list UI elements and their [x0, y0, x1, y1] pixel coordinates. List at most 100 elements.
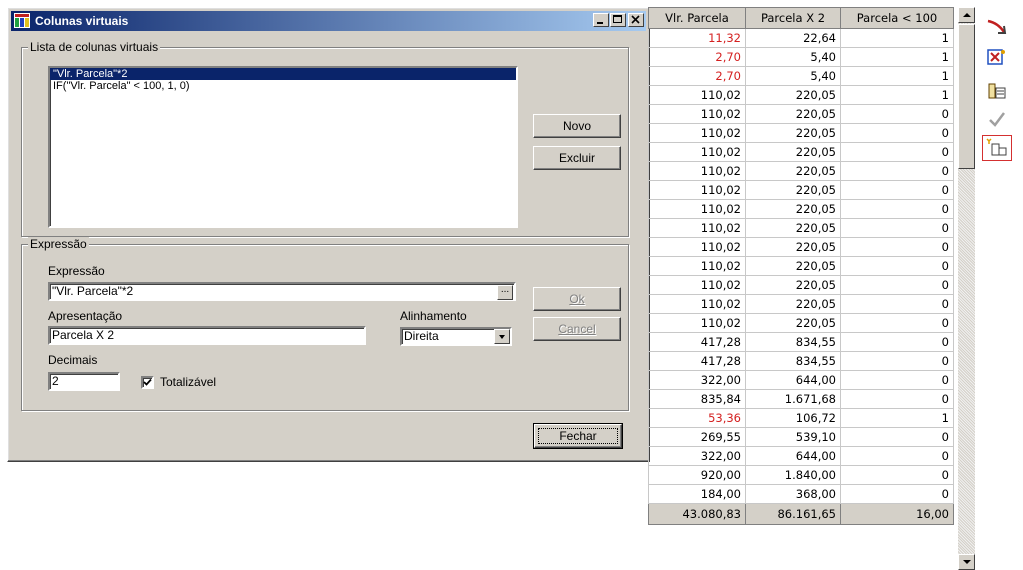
cell-parcela-x2[interactable]: 220,05	[745, 142, 841, 162]
cell-parcela-lt-100[interactable]: 0	[840, 484, 954, 504]
cancel-button[interactable]: Cancel	[533, 317, 621, 341]
cell-parcela-x2[interactable]: 220,05	[745, 85, 841, 105]
cell-vlr-parcela[interactable]: 184,00	[648, 484, 746, 504]
table-row[interactable]: 110,02 220,05 0	[648, 313, 954, 333]
table-row[interactable]: 110,02 220,05 0	[648, 218, 954, 238]
totalizable-checkbox[interactable]	[141, 376, 154, 389]
table-row[interactable]: 417,28 834,55 0	[648, 332, 954, 352]
cell-parcela-x2[interactable]: 220,05	[745, 104, 841, 124]
cell-parcela-lt-100[interactable]: 0	[840, 275, 954, 295]
table-row[interactable]: 110,02 220,05 0	[648, 294, 954, 314]
cell-vlr-parcela[interactable]: 110,02	[648, 256, 746, 276]
cell-parcela-x2[interactable]: 220,05	[745, 256, 841, 276]
list-item[interactable]: "Vlr. Parcela"*2	[50, 68, 516, 80]
cell-vlr-parcela[interactable]: 110,02	[648, 199, 746, 219]
cell-parcela-x2[interactable]: 539,10	[745, 427, 841, 447]
table-row[interactable]: 322,00 644,00 0	[648, 370, 954, 390]
decimals-field[interactable]: 2	[48, 372, 120, 391]
table-row[interactable]: 920,00 1.840,00 0	[648, 465, 954, 485]
cell-parcela-lt-100[interactable]: 0	[840, 180, 954, 200]
cell-parcela-x2[interactable]: 1.671,68	[745, 389, 841, 409]
cell-parcela-x2[interactable]: 1.840,00	[745, 465, 841, 485]
table-row[interactable]: 2,70 5,40 1	[648, 47, 954, 67]
table-row[interactable]: 269,55 539,10 0	[648, 427, 954, 447]
table-row[interactable]: 110,02 220,05 0	[648, 142, 954, 162]
cell-vlr-parcela[interactable]: 110,02	[648, 218, 746, 238]
cell-parcela-lt-100[interactable]: 0	[840, 332, 954, 352]
cell-parcela-lt-100[interactable]: 0	[840, 142, 954, 162]
data-grid[interactable]: Vlr. Parcela Parcela X 2 Parcela < 100 1…	[648, 7, 958, 569]
cell-vlr-parcela[interactable]: 417,28	[648, 332, 746, 352]
grid-vertical-scrollbar[interactable]	[958, 7, 975, 570]
table-row[interactable]: 110,02 220,05 0	[648, 180, 954, 200]
dialog-titlebar[interactable]: Colunas virtuais	[11, 11, 646, 31]
cell-parcela-x2[interactable]: 834,55	[745, 332, 841, 352]
cell-vlr-parcela[interactable]: 110,02	[648, 123, 746, 143]
cell-vlr-parcela[interactable]: 110,02	[648, 142, 746, 162]
cell-parcela-x2[interactable]: 220,05	[745, 180, 841, 200]
cell-vlr-parcela[interactable]: 269,55	[648, 427, 746, 447]
scroll-down-button[interactable]	[958, 554, 975, 570]
cell-parcela-x2[interactable]: 220,05	[745, 161, 841, 181]
exit-tool-button[interactable]	[982, 13, 1012, 39]
cell-parcela-lt-100[interactable]: 0	[840, 199, 954, 219]
close-dialog-button[interactable]: Fechar	[533, 423, 623, 449]
cell-vlr-parcela[interactable]: 110,02	[648, 85, 746, 105]
cell-parcela-x2[interactable]: 5,40	[745, 47, 841, 67]
table-row[interactable]: 11,32 22,64 1	[648, 28, 954, 48]
virtual-columns-tool-button[interactable]	[982, 45, 1012, 71]
confirm-tool-button[interactable]	[982, 106, 1012, 132]
cell-parcela-lt-100[interactable]: 1	[840, 408, 954, 428]
chevron-down-icon[interactable]	[494, 329, 510, 344]
cell-vlr-parcela[interactable]: 2,70	[648, 47, 746, 67]
cell-parcela-x2[interactable]: 220,05	[745, 237, 841, 257]
cell-parcela-lt-100[interactable]: 1	[840, 28, 954, 48]
minimize-button[interactable]	[593, 13, 609, 27]
add-column-tool-button[interactable]	[982, 135, 1012, 161]
scroll-thumb[interactable]	[958, 24, 975, 169]
cell-parcela-x2[interactable]: 220,05	[745, 313, 841, 333]
cell-vlr-parcela[interactable]: 417,28	[648, 351, 746, 371]
cell-vlr-parcela[interactable]: 53,36	[648, 408, 746, 428]
cell-vlr-parcela[interactable]: 110,02	[648, 104, 746, 124]
table-row[interactable]: 322,00 644,00 0	[648, 446, 954, 466]
expression-builder-button[interactable]: ...	[497, 285, 513, 300]
cell-parcela-lt-100[interactable]: 0	[840, 294, 954, 314]
virtual-columns-listbox[interactable]: "Vlr. Parcela"*2 IF("Vlr. Parcela" < 100…	[48, 66, 518, 228]
cell-parcela-x2[interactable]: 368,00	[745, 484, 841, 504]
cell-parcela-lt-100[interactable]: 0	[840, 446, 954, 466]
cell-parcela-x2[interactable]: 220,05	[745, 199, 841, 219]
cell-vlr-parcela[interactable]: 110,02	[648, 180, 746, 200]
cell-parcela-lt-100[interactable]: 0	[840, 389, 954, 409]
table-row[interactable]: 110,02 220,05 0	[648, 104, 954, 124]
cell-vlr-parcela[interactable]: 110,02	[648, 313, 746, 333]
table-row[interactable]: 417,28 834,55 0	[648, 351, 954, 371]
cell-vlr-parcela[interactable]: 110,02	[648, 237, 746, 257]
cell-parcela-lt-100[interactable]: 1	[840, 85, 954, 105]
cell-parcela-lt-100[interactable]: 0	[840, 427, 954, 447]
cell-parcela-lt-100[interactable]: 0	[840, 370, 954, 390]
cell-parcela-lt-100[interactable]: 0	[840, 104, 954, 124]
cell-vlr-parcela[interactable]: 110,02	[648, 161, 746, 181]
cell-parcela-lt-100[interactable]: 0	[840, 123, 954, 143]
close-button[interactable]	[628, 13, 644, 27]
cell-parcela-x2[interactable]: 22,64	[745, 28, 841, 48]
table-row[interactable]: 110,02 220,05 0	[648, 256, 954, 276]
cell-parcela-lt-100[interactable]: 1	[840, 47, 954, 67]
cell-vlr-parcela[interactable]: 920,00	[648, 465, 746, 485]
cell-parcela-x2[interactable]: 5,40	[745, 66, 841, 86]
cell-parcela-lt-100[interactable]: 0	[840, 351, 954, 371]
cell-vlr-parcela[interactable]: 11,32	[648, 28, 746, 48]
maximize-button[interactable]	[610, 13, 626, 27]
cell-vlr-parcela[interactable]: 322,00	[648, 446, 746, 466]
cell-parcela-x2[interactable]: 220,05	[745, 123, 841, 143]
cell-vlr-parcela[interactable]: 110,02	[648, 275, 746, 295]
cell-parcela-lt-100[interactable]: 0	[840, 218, 954, 238]
filter-columns-tool-button[interactable]	[982, 78, 1012, 104]
cell-vlr-parcela[interactable]: 322,00	[648, 370, 746, 390]
presentation-field[interactable]: Parcela X 2	[48, 326, 366, 345]
ok-button[interactable]: Ok	[533, 287, 621, 311]
table-row[interactable]: 2,70 5,40 1	[648, 66, 954, 86]
new-button[interactable]: Novo	[533, 114, 621, 138]
cell-parcela-x2[interactable]: 220,05	[745, 294, 841, 314]
